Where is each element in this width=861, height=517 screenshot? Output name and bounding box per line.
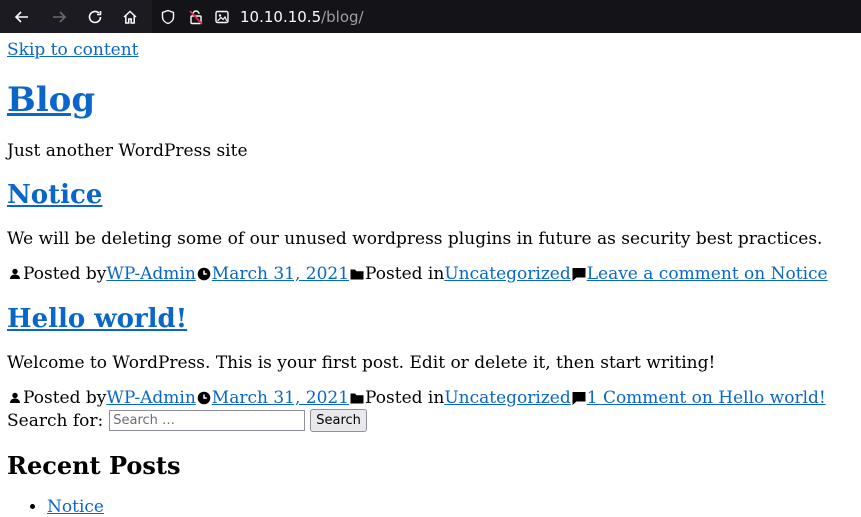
posted-by-label: Posted by [23,388,107,408]
comment-link[interactable]: 1 Comment on Hello world! [587,388,826,408]
folder-icon [349,390,365,406]
category-link[interactable]: Uncategorized [444,388,570,408]
comment-icon [571,266,587,282]
posted-in-label: Posted in [365,388,445,408]
page-content: Skip to content Blog Just another WordPr… [0,33,861,517]
post-title-link[interactable]: Notice [7,180,102,210]
post-title: Hello world! [7,304,187,334]
insecure-lock-icon[interactable] [188,9,204,25]
site-title-link[interactable]: Blog [7,80,95,120]
forward-icon[interactable] [45,0,73,33]
url-host[interactable]: 10.10.10.5 [240,8,321,26]
list-item: Notice [47,497,104,517]
recent-posts-heading: Recent Posts [7,451,181,480]
recent-posts-list: Notice [7,497,104,517]
author-icon [7,390,23,406]
comment-icon [571,390,587,406]
post-meta: Posted by WP-Admin March 31, 2021 Posted … [7,388,826,408]
post-title: Notice [7,180,102,210]
post-date-link[interactable]: March 31, 2021 [212,264,349,284]
browser-toolbar: 10.10.10.5/blog/ [0,0,861,33]
clock-icon [196,390,212,406]
post-excerpt: Welcome to WordPress. This is your first… [7,353,716,373]
back-icon[interactable] [8,0,36,33]
skip-to-content-link[interactable]: Skip to content [7,40,139,60]
reload-icon[interactable] [81,0,109,33]
posted-by-label: Posted by [23,264,107,284]
author-link[interactable]: WP-Admin [106,264,195,284]
comment-link[interactable]: Leave a comment on Notice [587,264,828,284]
url-bar[interactable]: 10.10.10.5/blog/ [152,0,861,33]
search-form: Search for: Search [7,409,367,432]
site-title: Blog [7,80,95,120]
search-input[interactable] [109,410,306,431]
post-excerpt: We will be deleting some of our unused w… [7,229,823,249]
recent-post-link[interactable]: Notice [47,497,104,517]
shield-icon[interactable] [160,9,176,25]
clock-icon [196,266,212,282]
url-path[interactable]: /blog/ [321,8,364,26]
home-icon[interactable] [116,0,144,33]
category-link[interactable]: Uncategorized [444,264,570,284]
post-date-link[interactable]: March 31, 2021 [212,388,349,408]
site-tagline: Just another WordPress site [7,141,248,161]
author-icon [7,266,23,282]
folder-icon [349,266,365,282]
author-link[interactable]: WP-Admin [106,388,195,408]
posted-in-label: Posted in [365,264,445,284]
post-title-link[interactable]: Hello world! [7,304,187,334]
search-button[interactable]: Search [310,409,367,432]
search-label: Search for: [7,410,104,431]
post-meta: Posted by WP-Admin March 31, 2021 Posted … [7,264,828,284]
page-icon [214,9,230,25]
